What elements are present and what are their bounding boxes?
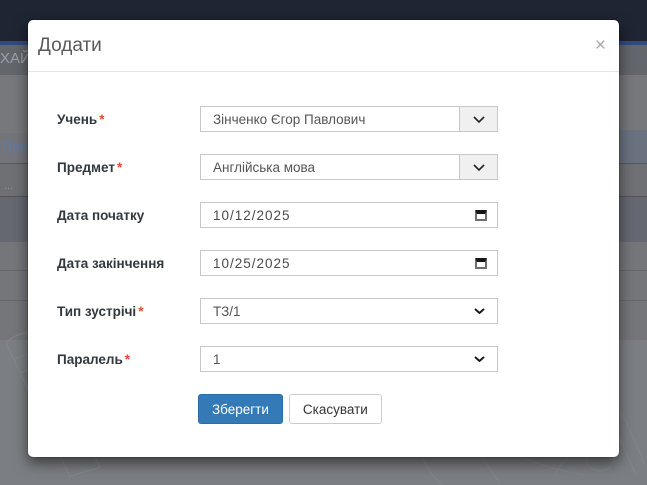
chevron-down-icon bbox=[473, 164, 485, 171]
chevron-down-icon bbox=[474, 308, 485, 314]
parallel-label: Паралель* bbox=[57, 352, 200, 367]
dialog-actions: Зберегти Скасувати bbox=[198, 394, 589, 424]
student-value: Зінченко Єгор Павлович bbox=[201, 112, 459, 127]
required-asterisk: * bbox=[138, 304, 143, 319]
student-select[interactable]: Зінченко Єгор Павлович bbox=[200, 106, 498, 132]
dropdown-toggle[interactable] bbox=[459, 107, 497, 131]
required-asterisk: * bbox=[99, 112, 104, 127]
parallel-value: 1 bbox=[201, 352, 474, 367]
dialog-header: Додати × bbox=[28, 20, 619, 72]
calendar-icon[interactable] bbox=[475, 258, 487, 269]
parallel-select[interactable]: 1 bbox=[200, 346, 498, 372]
dropdown-toggle[interactable] bbox=[459, 155, 497, 179]
add-dialog: Додати × Учень* Зінченко Єгор Павлович П… bbox=[28, 20, 619, 457]
form-row: Учень* Зінченко Єгор Павлович bbox=[57, 106, 589, 132]
end-date-label: Дата закінчення bbox=[57, 256, 200, 271]
form-row: Дата початку 10/12/2025 bbox=[57, 202, 589, 228]
start-date-input[interactable]: 10/12/2025 bbox=[200, 202, 498, 228]
cancel-button[interactable]: Скасувати bbox=[289, 394, 382, 424]
form-row: Предмет* Англійська мова bbox=[57, 154, 589, 180]
subject-select[interactable]: Англійська мова bbox=[200, 154, 498, 180]
start-date-value: 10/12/2025 bbox=[201, 208, 475, 223]
close-button[interactable]: × bbox=[595, 36, 606, 55]
required-asterisk: * bbox=[117, 160, 122, 175]
dialog-body: Учень* Зінченко Єгор Павлович Предмет* А… bbox=[28, 72, 619, 424]
required-asterisk: * bbox=[125, 352, 130, 367]
form-row: Паралель* 1 bbox=[57, 346, 589, 372]
meeting-type-label: Тип зустрічі* bbox=[57, 304, 200, 319]
chevron-down-icon bbox=[473, 116, 485, 123]
end-date-value: 10/25/2025 bbox=[201, 256, 475, 271]
meeting-type-select[interactable]: ТЗ/1 bbox=[200, 298, 498, 324]
form-row: Дата закінчення 10/25/2025 bbox=[57, 250, 589, 276]
dialog-title: Додати bbox=[38, 35, 102, 57]
subject-label: Предмет* bbox=[57, 160, 200, 175]
form-row: Тип зустрічі* ТЗ/1 bbox=[57, 298, 589, 324]
student-label: Учень* bbox=[57, 112, 200, 127]
subject-value: Англійська мова bbox=[201, 160, 459, 175]
chevron-down-icon bbox=[474, 356, 485, 362]
end-date-input[interactable]: 10/25/2025 bbox=[200, 250, 498, 276]
calendar-icon[interactable] bbox=[475, 210, 487, 221]
start-date-label: Дата початку bbox=[57, 208, 200, 223]
screen: ХАЙ Пре ... bbox=[0, 0, 647, 485]
save-button[interactable]: Зберегти bbox=[198, 394, 283, 424]
meeting-type-value: ТЗ/1 bbox=[201, 304, 474, 319]
